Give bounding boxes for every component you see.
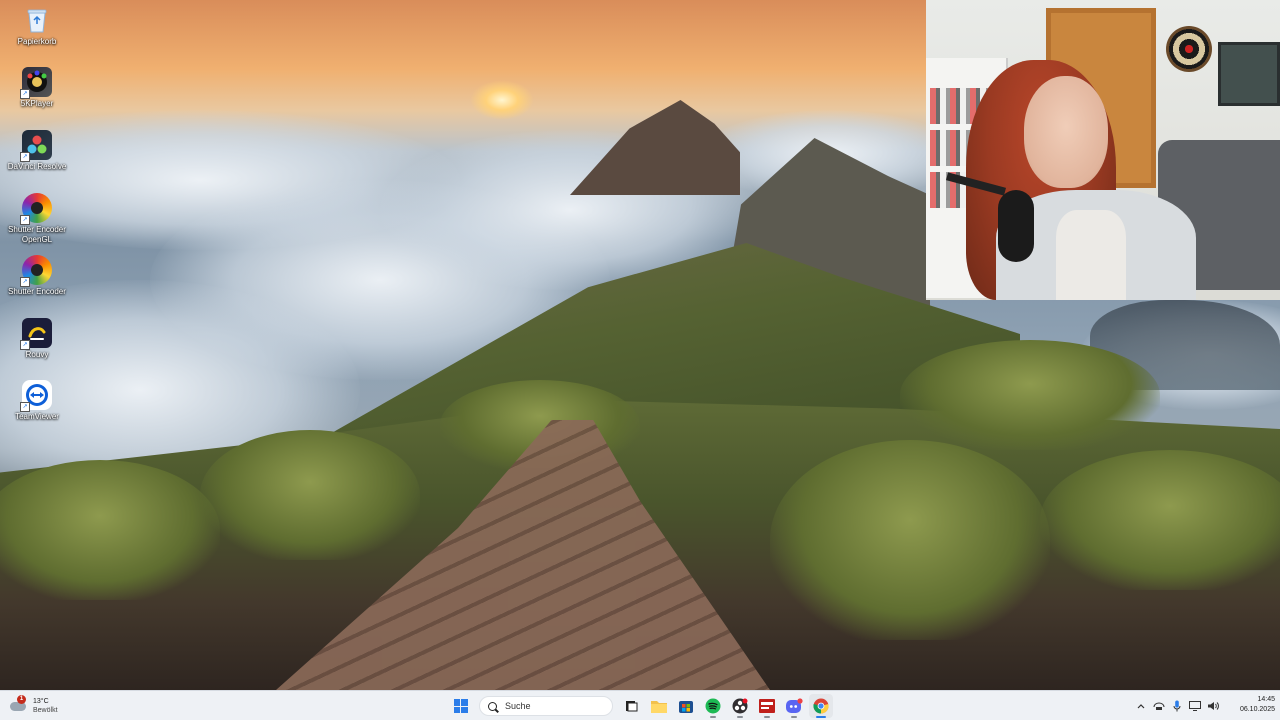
desktop-icon-recycle-bin[interactable]: Papierkorb <box>6 2 68 47</box>
taskbar: 1 13°C Bewölkt Suche 14:45 06.10.2025 <box>0 690 1280 720</box>
desktop-icon-label: Shutter Encoder <box>8 287 66 296</box>
teamviewer-icon: ↗ <box>20 380 52 412</box>
shortcut-arrow-icon: ↗ <box>20 402 30 412</box>
grass-tuft <box>770 440 1050 640</box>
obs-button[interactable] <box>728 694 752 718</box>
desktop-icon-teamviewer[interactable]: ↗ TeamViewer <box>6 377 68 422</box>
network-icon[interactable] <box>1150 696 1168 716</box>
display-icon[interactable] <box>1186 696 1204 716</box>
microphone <box>998 190 1034 262</box>
shortcut-arrow-icon: ↗ <box>20 152 30 162</box>
store-button[interactable] <box>674 694 698 718</box>
weather-condition: Bewölkt <box>33 707 58 714</box>
search-placeholder: Suche <box>505 701 531 711</box>
grass-tuft <box>1040 450 1280 590</box>
shortcut-arrow-icon: ↗ <box>20 89 30 99</box>
clock-date: 06.10.2025 <box>1239 706 1275 713</box>
discord-button[interactable] <box>782 694 806 718</box>
search-icon <box>488 701 497 711</box>
obs-icon <box>732 698 747 714</box>
desktop-icon-label: DaVinci Resolve <box>7 162 67 171</box>
desktop-icon-label: Shutter Encoder OpenGL <box>8 225 66 244</box>
wall-picture-frame <box>1218 42 1280 106</box>
file-explorer-button[interactable] <box>647 694 671 718</box>
shutter-encoder-icon: ↗ <box>20 193 52 225</box>
weather-widget[interactable]: 1 13°C Bewölkt <box>10 694 58 718</box>
taskbar-search-box[interactable]: Suche <box>479 696 613 716</box>
spotify-button[interactable] <box>701 694 725 718</box>
sun <box>470 80 534 120</box>
shortcut-arrow-icon: ↗ <box>20 215 30 225</box>
clock[interactable]: 14:45 06.10.2025 <box>1225 695 1275 715</box>
desktop-icon-rouvy[interactable]: ↗ Rouvy <box>6 315 68 360</box>
webcam-overlay <box>926 0 1280 300</box>
davinci-resolve-icon: ↗ <box>20 130 52 162</box>
discord-icon <box>785 698 803 713</box>
streamer-face <box>1024 76 1108 188</box>
voicemod-icon <box>758 699 775 713</box>
chevron-up-icon[interactable] <box>1132 696 1150 716</box>
grass-tuft <box>200 430 420 560</box>
shortcut-arrow-icon: ↗ <box>20 277 30 287</box>
streamer-shirt <box>1056 210 1126 300</box>
shortcut-arrow-icon: ↗ <box>20 340 30 350</box>
microphone-icon[interactable] <box>1168 696 1186 716</box>
desktop-icon-shutter-encoder[interactable]: ↗ Shutter Encoder <box>6 252 68 297</box>
task-view-icon <box>625 701 637 712</box>
spotify-icon <box>705 698 720 714</box>
taskbar-apps: Suche <box>447 694 834 718</box>
shutter-encoder-icon: ↗ <box>20 255 52 287</box>
grass-tuft <box>900 340 1160 450</box>
grass-tuft <box>0 460 220 600</box>
clock-time: 14:45 <box>1257 696 1275 703</box>
system-tray <box>1132 694 1222 718</box>
voicemod-button[interactable] <box>755 694 779 718</box>
start-button[interactable] <box>449 694 473 718</box>
desktop-icon-label: Papierkorb <box>17 37 57 46</box>
store-icon <box>678 701 693 713</box>
chrome-button[interactable] <box>808 694 833 718</box>
desktop-icon-davinci-resolve[interactable]: ↗ DaVinci Resolve <box>6 127 68 172</box>
notification-badge: 1 <box>17 695 26 704</box>
desktop-icon-label: TeamViewer <box>15 412 59 421</box>
desktop-icon-shutter-encoder-opengl[interactable]: ↗ Shutter Encoder OpenGL <box>6 190 68 245</box>
chrome-icon <box>812 698 829 714</box>
windows-logo-icon <box>453 699 468 713</box>
weather-temperature: 13°C <box>33 698 49 705</box>
desktop-icon-5kplayer[interactable]: ↗ 5KPlayer <box>6 64 68 109</box>
desktop-icon-label: 5KPlayer <box>20 99 54 108</box>
cloud-icon: 1 <box>10 695 28 715</box>
task-view-button[interactable] <box>620 694 644 718</box>
desktop-icon-label: Rouvy <box>25 350 49 359</box>
5kplayer-icon: ↗ <box>20 67 52 99</box>
volume-icon[interactable] <box>1204 696 1222 716</box>
recycle-bin-icon <box>22 5 52 35</box>
rouvy-icon: ↗ <box>20 318 52 350</box>
dartboard <box>1166 26 1212 72</box>
folder-icon <box>650 701 667 713</box>
